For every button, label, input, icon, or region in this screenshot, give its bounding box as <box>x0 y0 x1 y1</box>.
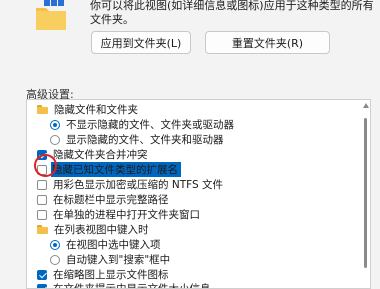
tree-item-thumbnail-icons[interactable]: 在缩略图上显示文件图标 <box>37 267 169 282</box>
description-line-2: 文件夹。 <box>90 11 134 27</box>
tree-item-label: 在视图中选中键入项 <box>66 237 161 252</box>
apply-to-folders-button[interactable]: 应用到文件夹(L) <box>91 31 191 54</box>
checkbox-checked[interactable] <box>37 284 47 289</box>
tree-item-label: 在列表视图中键入时 <box>54 222 149 237</box>
tree-item-full-path-title[interactable]: 在标题栏中显示完整路径 <box>37 192 169 207</box>
tree-item-label: 隐藏文件和文件夹 <box>54 102 138 117</box>
tree-item-select-typed[interactable]: 在视图中选中键入项 <box>50 237 161 252</box>
annotation-red-circle <box>34 154 57 177</box>
tree-item-label: 自动键入到"搜索"框中 <box>66 252 170 267</box>
radio-selected[interactable] <box>50 120 60 130</box>
tree-item-hidden-files-group: 隐藏文件和文件夹 <box>37 102 138 117</box>
tree-item-label: 不显示隐藏的文件、文件夹或驱动器 <box>66 117 234 132</box>
checkbox-checked[interactable] <box>37 270 47 280</box>
tree-item-list-typing-group: 在列表视图中键入时 <box>37 222 149 237</box>
tree-item-label: 显示隐藏的文件、文件夹和驱动器 <box>66 132 224 147</box>
tree-item-label: 在标题栏中显示完整路径 <box>53 192 169 207</box>
advanced-settings-tree[interactable]: 隐藏文件和文件夹 不显示隐藏的文件、文件夹或驱动器 显示隐藏的文件、文件夹和驱动… <box>26 99 371 289</box>
tree-item-folder-tip-size[interactable]: 在文件夹提示中显示文件大小信息 <box>37 281 211 289</box>
tree-item-label-selected: 隐藏已知文件类型的扩展名 <box>51 162 181 177</box>
folder-icon <box>37 225 48 234</box>
tree-item-show-hidden[interactable]: 显示隐藏的文件、文件夹和驱动器 <box>50 132 224 147</box>
tree-item-label: 隐藏文件夹合并冲突 <box>53 147 148 162</box>
tree-item-label: 在缩略图上显示文件图标 <box>53 267 169 282</box>
scroll-up-arrow-icon[interactable] <box>363 103 369 108</box>
folder-view-icon <box>34 0 68 32</box>
tree-item-label: 在文件夹提示中显示文件大小信息 <box>53 281 211 289</box>
tree-item-type-into-search[interactable]: 自动键入到"搜索"框中 <box>50 252 170 267</box>
tree-item-color-ntfs[interactable]: 用彩色显示加密或压缩的 NTFS 文件 <box>37 177 223 192</box>
checkbox-unchecked[interactable] <box>37 195 47 205</box>
tree-item-separate-process[interactable]: 在单独的进程中打开文件夹窗口 <box>37 207 200 222</box>
checkbox-unchecked[interactable] <box>37 210 47 220</box>
tree-item-label: 用彩色显示加密或压缩的 NTFS 文件 <box>53 177 223 192</box>
vertical-scrollbar[interactable] <box>364 118 367 268</box>
tree-item-label: 在单独的进程中打开文件夹窗口 <box>53 207 200 222</box>
reset-folders-button[interactable]: 重置文件夹(R) <box>205 31 330 54</box>
radio-selected[interactable] <box>50 240 60 250</box>
radio-unselected[interactable] <box>50 135 60 145</box>
tree-item-dont-show-hidden[interactable]: 不显示隐藏的文件、文件夹或驱动器 <box>50 117 234 132</box>
tree-item-hide-extensions[interactable]: 隐藏已知文件类型的扩展名 <box>37 162 181 177</box>
folder-icon <box>37 105 48 114</box>
checkbox-unchecked[interactable] <box>37 180 47 190</box>
radio-unselected[interactable] <box>50 255 60 265</box>
